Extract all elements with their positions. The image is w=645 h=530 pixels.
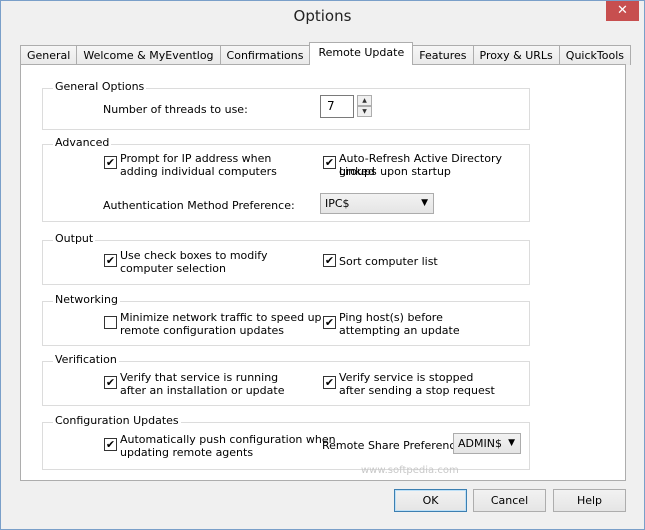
group-verification: Verification ✔ Verify that service is ru…: [42, 353, 530, 406]
verify-running-label-1: Verify that service is running: [120, 371, 279, 384]
title-bar: Options ✕: [1, 1, 644, 35]
chevron-down-icon: ▼: [421, 198, 428, 208]
verify-stopped-label-1: Verify service is stopped: [339, 371, 474, 384]
auto-push-checkbox[interactable]: ✔: [104, 438, 117, 451]
auto-push-label-1: Automatically push configuration when: [120, 433, 336, 446]
use-checkboxes-checkbox[interactable]: ✔: [104, 254, 117, 267]
help-button[interactable]: Help: [553, 489, 626, 512]
use-checkboxes-label-1: Use check boxes to modify: [120, 249, 268, 262]
share-pref-select[interactable]: ADMIN$ ▼: [453, 433, 521, 454]
minimize-traffic-label-1: Minimize network traffic to speed up: [120, 311, 322, 324]
threads-label: Number of threads to use:: [103, 103, 248, 116]
auth-method-value: IPC$: [325, 197, 350, 210]
group-networking: Networking Minimize network traffic to s…: [42, 293, 530, 346]
group-title: General Options: [53, 80, 147, 93]
options-window: Options ✕ General Welcome & MyEventlog C…: [0, 0, 645, 530]
group-title: Advanced: [53, 136, 112, 149]
spin-down-button[interactable]: ▼: [357, 106, 372, 117]
tab-panel-remote-update: General Options Number of threads to use…: [20, 64, 626, 481]
auto-refresh-label-2: groups upon startup: [339, 165, 451, 178]
watermark: www.softpedia.com: [361, 465, 459, 476]
tab-remote-update[interactable]: Remote Update: [309, 42, 414, 65]
auth-method-label: Authentication Method Preference:: [103, 199, 295, 212]
group-title: Configuration Updates: [53, 414, 181, 427]
group-general-options: General Options Number of threads to use…: [42, 80, 530, 130]
group-title: Networking: [53, 293, 120, 306]
spin-up-button[interactable]: ▲: [357, 95, 372, 106]
use-checkboxes-label-2: computer selection: [120, 262, 226, 275]
ok-button[interactable]: OK: [394, 489, 467, 512]
share-pref-value: ADMIN$: [458, 437, 502, 450]
group-title: Output: [53, 232, 96, 245]
prompt-ip-label-1: Prompt for IP address when: [120, 152, 272, 165]
tab-welcome-myeventlog[interactable]: Welcome & MyEventlog: [76, 45, 221, 65]
verify-running-label-2: after an installation or update: [120, 384, 285, 397]
ping-hosts-checkbox[interactable]: ✔: [323, 316, 336, 329]
tab-general[interactable]: General: [20, 45, 78, 65]
ping-hosts-label-2: attempting an update: [339, 324, 460, 337]
minimize-traffic-checkbox[interactable]: [104, 316, 117, 329]
tab-proxy-urls[interactable]: Proxy & URLs: [472, 45, 560, 65]
group-output: Output ✔ Use check boxes to modify compu…: [42, 232, 530, 285]
group-title: Verification: [53, 353, 119, 366]
prompt-ip-checkbox[interactable]: ✔: [104, 156, 117, 169]
auto-push-label-2: updating remote agents: [120, 446, 254, 459]
window-title: Options: [293, 7, 352, 25]
ping-hosts-label-1: Ping host(s) before: [339, 311, 443, 324]
tab-confirmations[interactable]: Confirmations: [219, 45, 311, 65]
minimize-traffic-label-2: remote configuration updates: [120, 324, 285, 337]
close-button[interactable]: ✕: [606, 1, 639, 21]
cancel-button[interactable]: Cancel: [473, 489, 546, 512]
auto-refresh-checkbox[interactable]: ✔: [323, 156, 336, 169]
chevron-down-icon: ▼: [508, 438, 515, 448]
sort-list-checkbox[interactable]: ✔: [323, 254, 336, 267]
sort-list-label: Sort computer list: [339, 255, 438, 268]
tab-bar: General Welcome & MyEventlog Confirmatio…: [20, 42, 631, 65]
prompt-ip-label-2: adding individual computers: [120, 165, 277, 178]
auth-method-select[interactable]: IPC$ ▼: [320, 193, 434, 214]
tab-features[interactable]: Features: [412, 45, 474, 65]
verify-stopped-label-2: after sending a stop request: [339, 384, 495, 397]
group-configuration-updates: Configuration Updates ✔ Automatically pu…: [42, 414, 530, 470]
threads-input[interactable]: 7: [320, 95, 354, 118]
verify-stopped-checkbox[interactable]: ✔: [323, 376, 336, 389]
tab-quicktools[interactable]: QuickTools: [558, 45, 631, 65]
group-advanced: Advanced ✔ Prompt for IP address when ad…: [42, 136, 530, 222]
share-pref-label: Remote Share Preference:: [322, 439, 466, 452]
verify-running-checkbox[interactable]: ✔: [104, 376, 117, 389]
